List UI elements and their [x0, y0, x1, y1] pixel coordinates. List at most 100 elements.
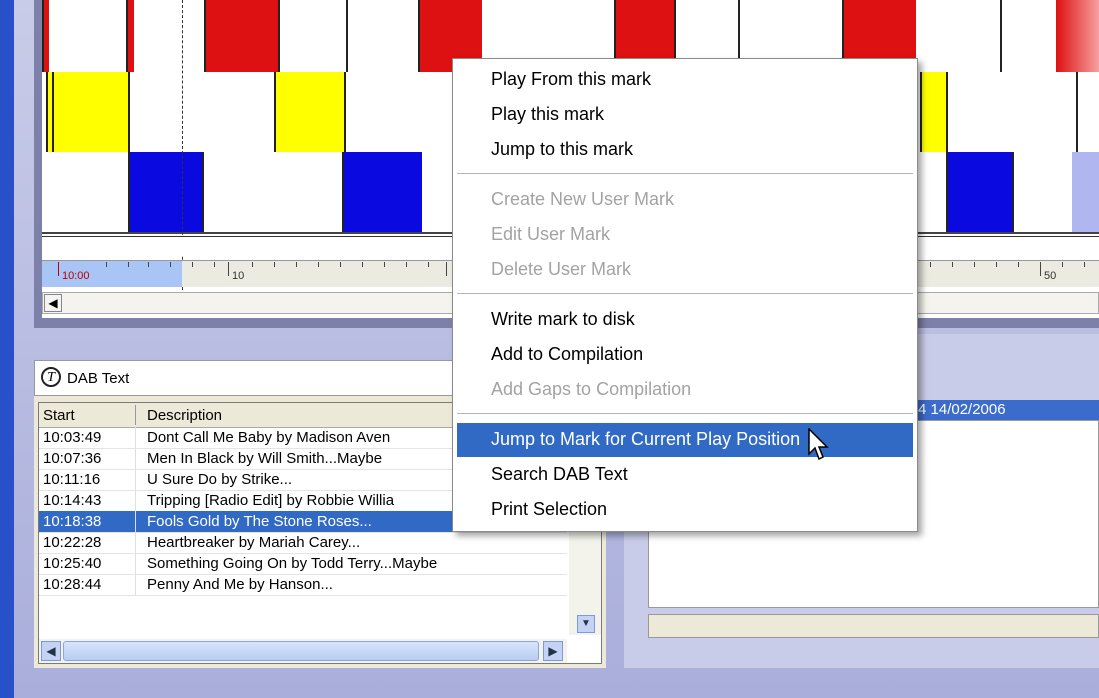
ruler-tick-major	[58, 262, 59, 276]
mark-boundary	[1076, 72, 1078, 152]
ruler-tick	[996, 262, 997, 267]
ruler-tick	[296, 262, 297, 267]
ruler-tick	[128, 262, 129, 267]
yellow-mark[interactable]	[920, 72, 948, 152]
row-start: 10:22:28	[43, 534, 102, 551]
column-divider[interactable]	[135, 405, 136, 425]
yellow-mark[interactable]	[46, 72, 130, 152]
menu-item-label: Search DAB Text	[491, 464, 628, 484]
list-horizontal-scrollbar[interactable]: ◀ ▶	[39, 639, 567, 663]
ruler-tick	[340, 262, 341, 267]
menu-item-label: Jump to this mark	[491, 139, 634, 159]
dab-text-icon: T	[41, 367, 61, 387]
red-mark[interactable]	[42, 0, 49, 72]
menu-item-label: Play From this mark	[491, 69, 652, 89]
chevron-left-icon[interactable]: ◀	[41, 641, 61, 661]
ruler-tick-major	[446, 262, 447, 276]
blue-mark[interactable]	[946, 152, 1014, 232]
menu-item-label: Add Gaps to Compilation	[491, 379, 692, 399]
row-divider	[135, 427, 136, 448]
ruler-tick	[214, 262, 215, 267]
ruler-tick	[252, 262, 253, 267]
yellow-mark[interactable]	[274, 72, 346, 152]
menu-item-add-to-compilation[interactable]: Add to Compilation	[453, 338, 917, 372]
menu-item-create-user-mark: Create New User Mark	[453, 183, 917, 217]
menu-item-write-mark-to-disk[interactable]: Write mark to disk	[453, 303, 917, 337]
row-description: Penny And Me by Hanson...	[147, 576, 333, 593]
menu-item-jump-to-current-play-position[interactable]: Jump to Mark for Current Play Position	[457, 423, 913, 457]
selected-date-bar[interactable]: 4 14/02/2006	[914, 400, 1099, 420]
window-edge	[0, 0, 14, 698]
ruler-label-ten: 10	[232, 270, 245, 282]
row-divider	[135, 448, 136, 469]
scrollbar-thumb[interactable]	[63, 641, 539, 661]
app-window: 10:00 10 50 ◀ T DAB Text Start Descripti…	[0, 0, 1099, 698]
red-mark[interactable]	[204, 0, 280, 72]
menu-separator	[457, 173, 913, 174]
list-item[interactable]: 10:25:40 Something Going On by Todd Terry…	[39, 553, 567, 575]
column-header-description[interactable]: Description	[147, 407, 222, 424]
dab-text-title: DAB Text	[67, 370, 130, 387]
row-start: 10:28:44	[43, 576, 102, 593]
menu-item-print-selection[interactable]: Print Selection	[453, 493, 917, 527]
menu-item-label: Delete User Mark	[491, 259, 632, 279]
mark-boundary	[52, 72, 54, 152]
blue-mark[interactable]	[342, 152, 422, 232]
row-start: 10:07:36	[43, 450, 102, 467]
ruler-tick	[106, 262, 107, 267]
chevron-down-icon[interactable]: ▼	[577, 615, 595, 633]
list-item[interactable]: 10:22:28 Heartbreaker by Mariah Carey...	[39, 532, 567, 554]
row-description: Heartbreaker by Mariah Carey...	[147, 534, 361, 551]
ruler-tick	[192, 262, 193, 267]
menu-item-delete-user-mark: Delete User Mark	[453, 253, 917, 287]
row-divider	[135, 490, 136, 511]
menu-item-label: Print Selection	[491, 499, 608, 519]
ruler-tick	[974, 262, 975, 267]
ruler-tick	[274, 262, 275, 267]
row-divider	[135, 532, 136, 553]
menu-separator	[457, 413, 913, 414]
menu-item-label: Edit User Mark	[491, 224, 611, 244]
menu-item-play-mark[interactable]: Play this mark	[453, 98, 917, 132]
row-start: 10:18:38	[43, 513, 102, 530]
row-description: Fools Gold by The Stone Roses...	[147, 513, 372, 530]
ruler-tick	[428, 262, 429, 267]
red-mark-fading[interactable]	[1056, 0, 1099, 72]
mark-boundary	[346, 0, 348, 72]
menu-item-play-from-mark[interactable]: Play From this mark	[453, 63, 917, 97]
ruler-label-fifty: 50	[1044, 270, 1057, 282]
ruler-label-start: 10:00	[62, 270, 90, 282]
menu-item-jump-to-mark[interactable]: Jump to this mark	[453, 133, 917, 167]
ruler-tick	[362, 262, 363, 267]
blue-mark-faded[interactable]	[1072, 152, 1099, 232]
red-mark[interactable]	[126, 0, 134, 72]
ruler-tick-major	[1040, 262, 1041, 276]
row-description: Tripping [Radio Edit] by Robbie Willia	[147, 492, 395, 509]
ruler-tick	[406, 262, 407, 267]
menu-item-label: Play this mark	[491, 104, 605, 124]
right-status-field	[648, 614, 1099, 638]
row-start: 10:14:43	[43, 492, 102, 509]
chevron-left-icon[interactable]: ◀	[44, 294, 62, 312]
row-divider	[135, 574, 136, 595]
menu-item-search-dab-text[interactable]: Search DAB Text	[453, 458, 917, 492]
row-start: 10:11:16	[43, 471, 101, 488]
blue-mark[interactable]	[128, 152, 204, 232]
menu-item-edit-user-mark: Edit User Mark	[453, 218, 917, 252]
menu-item-label: Jump to Mark for Current Play Position	[491, 429, 801, 449]
chevron-right-icon[interactable]: ▶	[543, 641, 563, 661]
menu-item-add-gaps-to-compilation: Add Gaps to Compilation	[453, 373, 917, 407]
ruler-tick	[384, 262, 385, 267]
ruler-tick	[318, 262, 319, 267]
mark-boundary	[1000, 0, 1058, 72]
list-item[interactable]: 10:28:44 Penny And Me by Hanson...	[39, 574, 567, 596]
ruler-tick-major	[228, 262, 229, 276]
ruler-tick	[952, 262, 953, 267]
ruler-tick	[148, 262, 149, 267]
row-divider	[135, 469, 136, 490]
menu-item-label: Create New User Mark	[491, 189, 675, 209]
row-description: Men In Black by Will Smith...Maybe	[147, 450, 383, 467]
row-divider	[135, 511, 136, 532]
ruler-tick	[170, 262, 171, 267]
column-header-start[interactable]: Start	[43, 407, 75, 424]
